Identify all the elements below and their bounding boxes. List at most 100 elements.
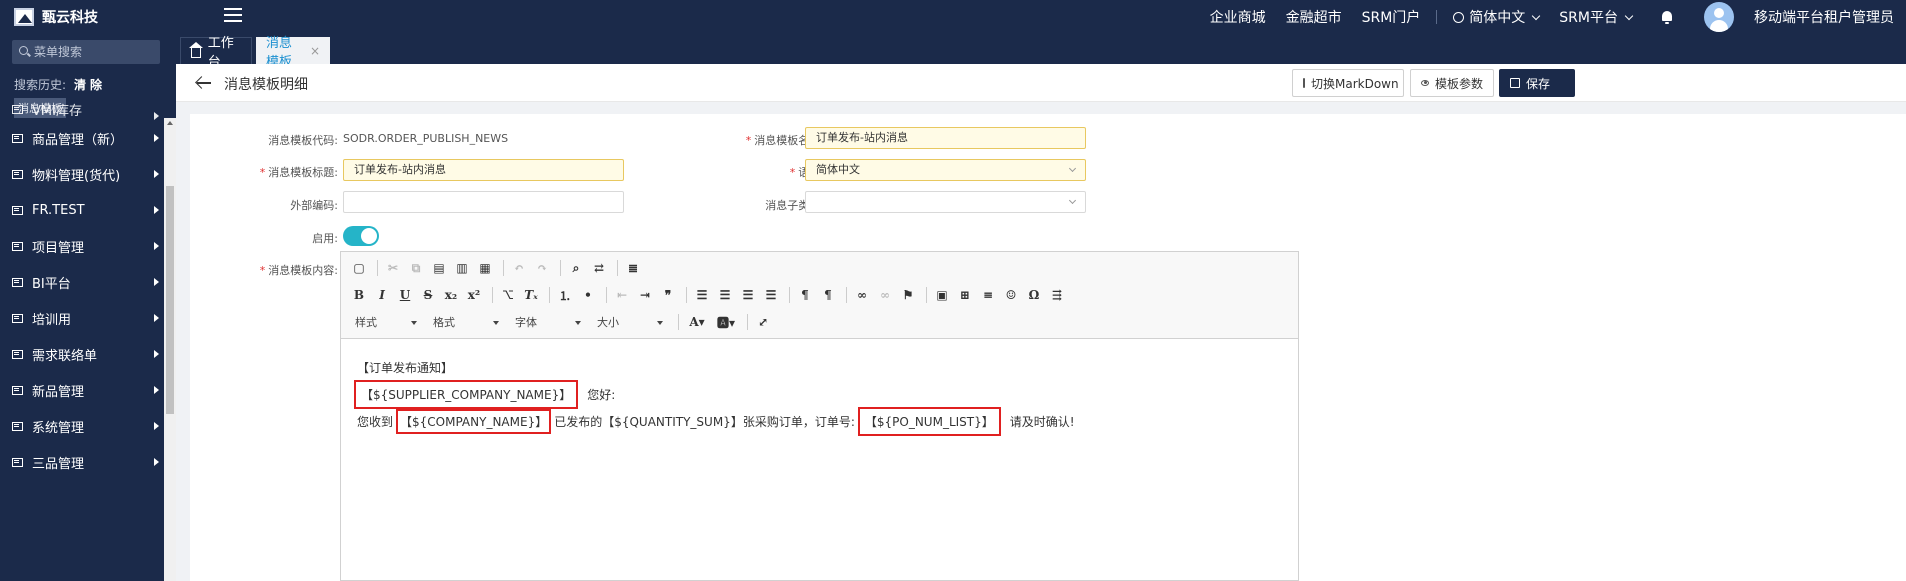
italic-icon[interactable]: I: [372, 285, 392, 305]
sidebar-item-system[interactable]: 系统管理: [0, 408, 163, 444]
menu-icon: [12, 349, 23, 359]
preview-icon[interactable]: ▢: [349, 258, 369, 278]
nav-enterprise-mall[interactable]: 企业商城: [1210, 7, 1266, 27]
app-logo[interactable]: 甄云科技: [14, 7, 98, 27]
chevron-right-icon: [154, 206, 159, 214]
smiley-icon[interactable]: ☺: [1001, 285, 1021, 305]
tab-workbench[interactable]: 工作台: [180, 36, 252, 70]
sidebar-item-training[interactable]: 培训用: [0, 300, 163, 336]
language-select[interactable]: 简体中文: [805, 159, 1086, 181]
sidebar-item-demand[interactable]: 需求联络单: [0, 336, 163, 372]
maximize-icon[interactable]: ⤢: [753, 312, 773, 332]
menu-icon: [12, 457, 23, 467]
subscript-icon[interactable]: x₂: [441, 285, 461, 305]
language-selector[interactable]: 简体中文: [1453, 7, 1541, 27]
sidebar-scrollbar[interactable]: [164, 118, 176, 581]
sidebar-item-bi[interactable]: BI平台: [0, 264, 163, 300]
unlink-icon[interactable]: ∞: [875, 285, 895, 305]
background-color-icon[interactable]: 🅰▾: [713, 312, 739, 332]
align-justify-icon[interactable]: ☰: [761, 285, 781, 305]
blockquote-icon[interactable]: ❞: [658, 285, 678, 305]
nav-finance-market[interactable]: 金融超市: [1286, 7, 1342, 27]
chevron-right-icon: [154, 170, 159, 178]
chevron-right-icon: [154, 458, 159, 466]
link-icon[interactable]: ∞: [852, 285, 872, 305]
clear-history-button[interactable]: 清除: [74, 78, 106, 92]
replace-icon[interactable]: ⇄: [589, 258, 609, 278]
image-icon[interactable]: ▣: [932, 285, 952, 305]
language-label: 简体中文: [1469, 10, 1526, 26]
enable-toggle[interactable]: [343, 226, 379, 246]
platform-selector[interactable]: SRM平台: [1559, 7, 1634, 27]
sidebar-item-three-products[interactable]: 三品管理: [0, 444, 163, 480]
message-subtype-select[interactable]: [805, 191, 1086, 213]
size-combo[interactable]: 大小: [591, 312, 667, 332]
redo-icon[interactable]: ↷: [532, 258, 552, 278]
align-right-icon[interactable]: ☰: [738, 285, 758, 305]
save-icon: [1510, 78, 1520, 88]
table-icon[interactable]: ⊞: [955, 285, 975, 305]
chevron-right-icon: [154, 350, 159, 358]
sidebar-item-fr-test[interactable]: FR.TEST: [0, 192, 163, 228]
sidebar-item-label: 需求联络单: [32, 348, 98, 364]
align-center-icon[interactable]: ☰: [715, 285, 735, 305]
toggle-markdown-button[interactable]: 切换MarkDown: [1292, 69, 1404, 97]
sidebar-item-material[interactable]: 物料管理(货代): [0, 156, 163, 192]
tab-message-template[interactable]: 消息模板 ×: [256, 36, 330, 70]
paste-text-icon[interactable]: ▥: [452, 258, 472, 278]
ltr-icon[interactable]: ¶: [795, 285, 815, 305]
numbered-list-icon[interactable]: ⒈: [555, 285, 575, 305]
bulleted-list-icon[interactable]: •: [578, 285, 598, 305]
anchor-flag-icon[interactable]: ⚑: [898, 285, 918, 305]
outdent-icon[interactable]: ⇤: [612, 285, 632, 305]
logo-icon: [14, 8, 34, 26]
undo-icon[interactable]: ↶: [509, 258, 529, 278]
sidebar-item-vmi[interactable]: VMI库存: [0, 98, 163, 120]
source-code-icon[interactable]: ≣: [623, 258, 643, 278]
scroll-up-icon[interactable]: [167, 121, 173, 125]
superscript-icon[interactable]: x²: [464, 285, 484, 305]
text-color-icon[interactable]: A▾: [684, 312, 710, 332]
cut-icon[interactable]: ✂: [383, 258, 403, 278]
close-icon[interactable]: ×: [310, 44, 320, 58]
external-code-input[interactable]: [343, 191, 624, 213]
paste-word-icon[interactable]: ▦: [475, 258, 495, 278]
chevron-right-icon: [154, 134, 159, 142]
sidebar-item-goods[interactable]: 商品管理（新）: [0, 120, 163, 156]
template-name-input[interactable]: 订单发布-站内消息: [805, 127, 1086, 149]
paste-icon[interactable]: ▤: [429, 258, 449, 278]
rtl-icon[interactable]: ¶: [818, 285, 838, 305]
find-icon[interactable]: ⌕: [566, 258, 586, 278]
save-button[interactable]: 保存: [1499, 69, 1575, 97]
sidebar-item-project[interactable]: 项目管理: [0, 228, 163, 264]
menu-collapse-icon[interactable]: [224, 8, 242, 24]
nav-srm-portal[interactable]: SRM门户: [1362, 7, 1421, 27]
back-arrow-icon[interactable]: [196, 76, 212, 90]
menu-search-input[interactable]: 菜单搜索: [12, 40, 160, 64]
top-nav: 企业商城 金融超市 SRM门户 简体中文 SRM平台 移动端平台租户管理员: [1190, 0, 1894, 34]
required-mark: *: [745, 134, 752, 147]
strikethrough-icon[interactable]: S: [418, 285, 438, 305]
horizontal-line-icon[interactable]: ≡: [978, 285, 998, 305]
font-combo[interactable]: 字体: [509, 312, 585, 332]
remove-format-icon[interactable]: Tₓ: [521, 285, 541, 305]
underline-icon[interactable]: U: [395, 285, 415, 305]
align-left-icon[interactable]: ☰: [692, 285, 712, 305]
special-char-icon[interactable]: Ω: [1024, 285, 1044, 305]
user-name[interactable]: 移动端平台租户管理员: [1754, 7, 1894, 27]
editor-content-area[interactable]: 【订单发布通知】 【${SUPPLIER_COMPANY_NAME}】 您好: …: [341, 340, 1298, 580]
format-painter-icon[interactable]: ⌥: [498, 285, 518, 305]
template-title-input[interactable]: 订单发布-站内消息: [343, 159, 624, 181]
indent-icon[interactable]: ⇥: [635, 285, 655, 305]
sidebar-item-new-product[interactable]: 新品管理: [0, 372, 163, 408]
copy-icon[interactable]: ⧉: [406, 258, 426, 278]
menu-icon: [12, 313, 23, 323]
bold-icon[interactable]: B: [349, 285, 369, 305]
avatar[interactable]: [1704, 2, 1734, 32]
page-break-icon[interactable]: ⇶: [1047, 285, 1067, 305]
template-params-button[interactable]: 模板参数: [1410, 69, 1494, 97]
scrollbar-thumb[interactable]: [166, 186, 174, 414]
bell-icon[interactable]: [1660, 10, 1674, 24]
format-combo[interactable]: 格式: [427, 312, 503, 332]
styles-combo[interactable]: 样式: [349, 312, 421, 332]
